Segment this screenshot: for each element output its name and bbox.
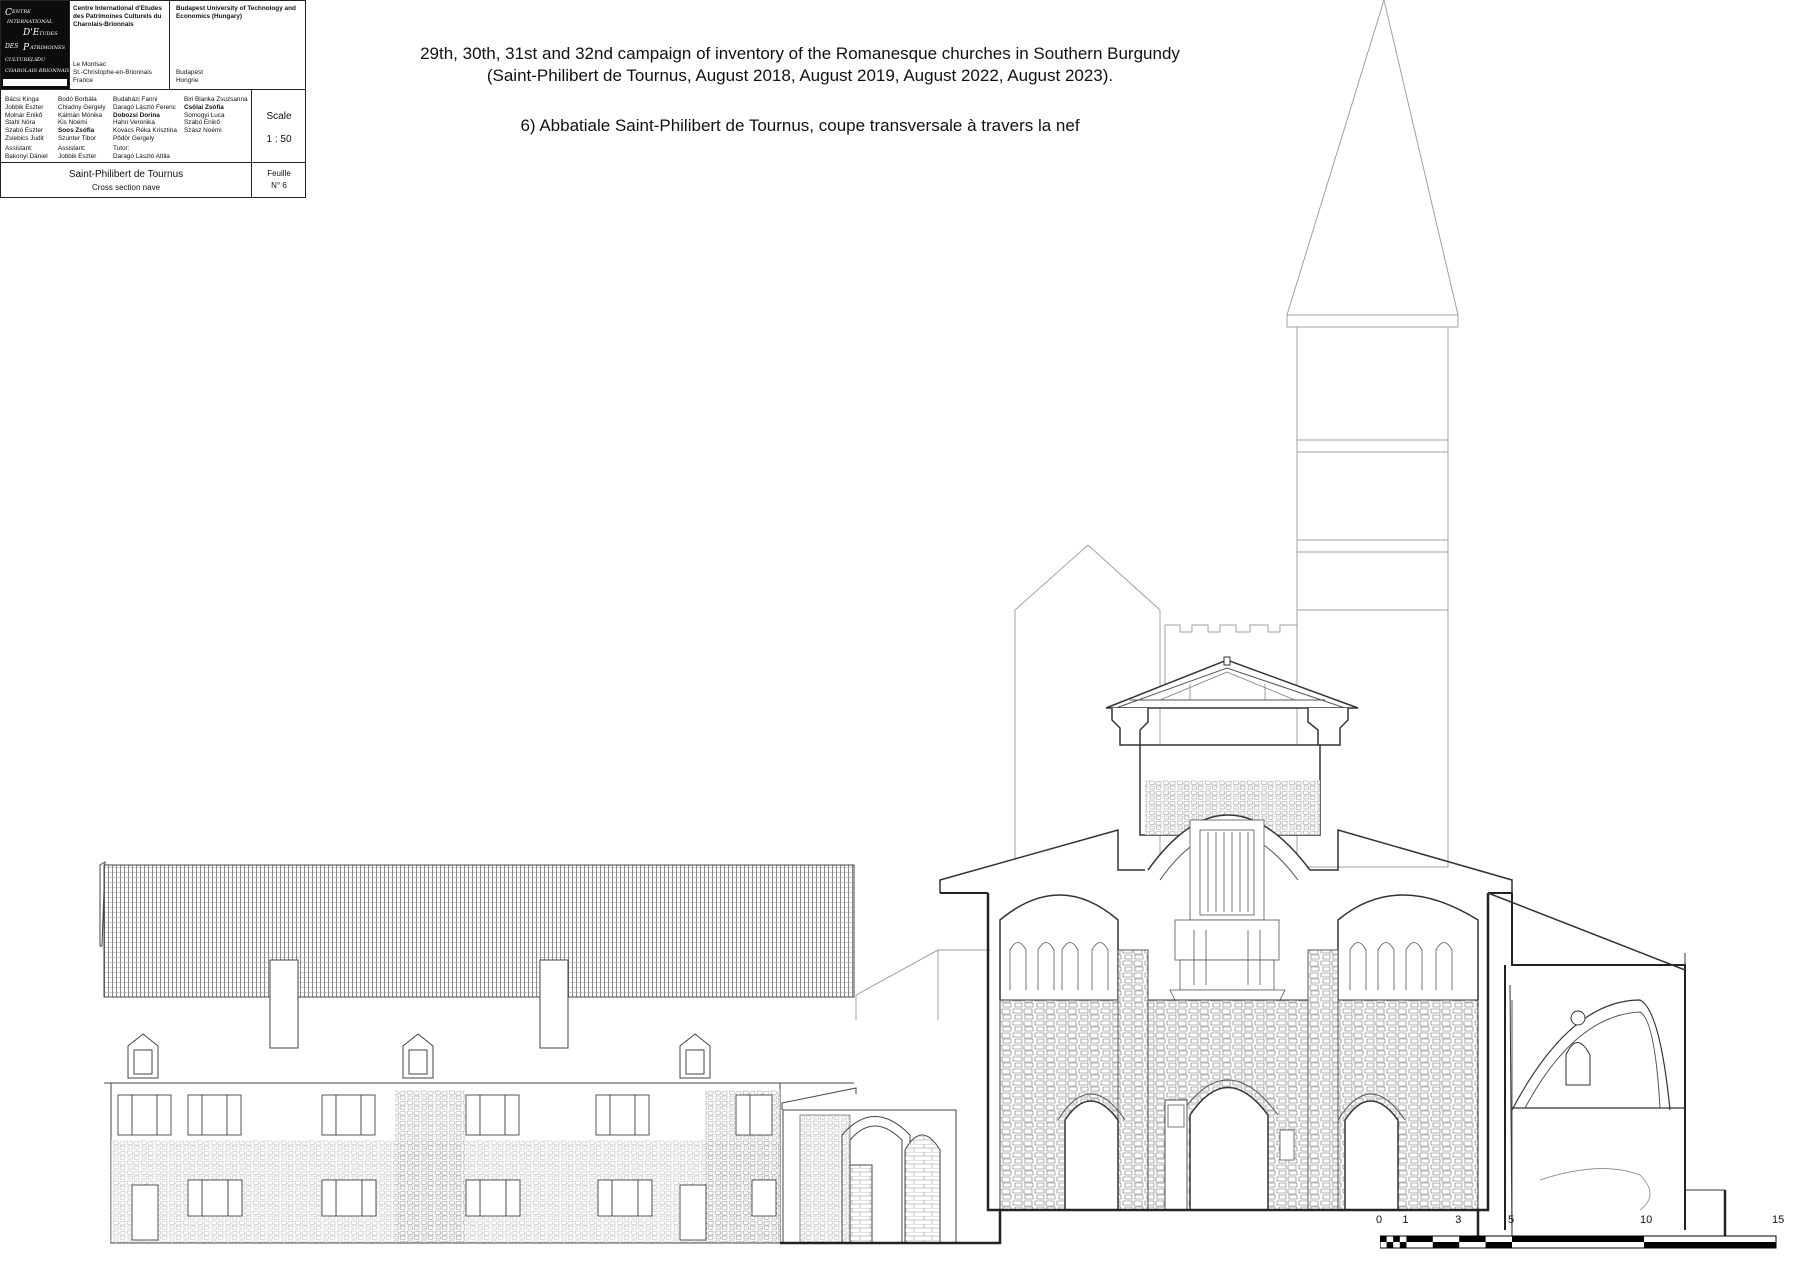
divider [169, 1, 170, 89]
svg-text:DU: DU [36, 57, 46, 63]
team-member: Chladny Gergely [58, 103, 106, 111]
org2-address-line: Budapest [176, 69, 204, 76]
scale-bar-segment [1512, 1236, 1644, 1242]
svg-text:TUDES: TUDES [39, 31, 58, 37]
cie-logo: C ENTRE INTERNATIONAL D'E TUDES DES P AT… [1, 1, 70, 89]
svg-text:D'E: D'E [22, 28, 40, 38]
assistant-1: Assistant: Bakonyi Dániel [5, 145, 48, 161]
svg-text:INTERNATIONAL: INTERNATIONAL [6, 19, 53, 25]
scale-label: Scale [266, 111, 292, 122]
team-column-4: Biri Blanka Zsuzsanna Csölai Zsófia Somo… [184, 96, 248, 135]
scale-bar-segment [1393, 1236, 1400, 1242]
org1-address-line: Le Montsac [73, 61, 107, 68]
assistant-label: Assistant: [58, 145, 86, 152]
svg-text:CULTURELS: CULTURELS [5, 57, 38, 63]
tutor-label: Tutor: [113, 145, 130, 152]
scale-bar-segment [1432, 1242, 1460, 1248]
svg-text:C: C [5, 8, 12, 18]
assistant-name: Bakonyi Dániel [5, 152, 48, 160]
team-member: Molnár Enikő [5, 111, 43, 119]
scale-bar-label: 5 [1508, 1214, 1515, 1226]
tutor: Tutor: Daragó László Attila [113, 145, 170, 161]
scale-bar-label: 0 [1376, 1214, 1383, 1226]
team-member: Kálmán Mónika [58, 111, 103, 119]
team-column-2: Bodó Borbála Chladny Gergely Kálmán Móni… [58, 96, 106, 143]
project-name: Saint-Philibert de Tournus [68, 169, 184, 180]
tutor-name: Daragó László Attila [113, 152, 170, 160]
side-chapel [781, 1087, 957, 1244]
team-member: Kovács Réka Krisztina [113, 127, 177, 135]
scale-bar-label: 15 [1772, 1214, 1785, 1226]
team-member: Kis Noémi [58, 119, 88, 127]
aisle-roof-left [855, 949, 990, 1020]
org1-address: Le Montsac St.-Christophe-en-Brionnais F… [73, 61, 169, 84]
scale-bar-segment [1459, 1236, 1486, 1242]
team-member: Stahl Nóra [5, 119, 36, 127]
svg-text:CHAROLAIS-BRIONNAIS: CHAROLAIS-BRIONNAIS [5, 68, 69, 74]
org1-address-line: France [73, 76, 93, 84]
scale-bar [1380, 1235, 1777, 1249]
org1-name: Centre International d'Etudes des Patrim… [73, 5, 162, 28]
org1-address-line: St.-Christophe-en-Brionnais [73, 68, 152, 76]
scale-bar-segment [1399, 1242, 1407, 1248]
team-member: Szunter Tibor [58, 135, 97, 143]
svg-text:DES: DES [4, 43, 18, 50]
team-member: Somogyi Luca [184, 111, 225, 119]
svg-text:ENTRE: ENTRE [11, 9, 31, 15]
team-member: Pődör Gergely [113, 135, 155, 143]
scale-bar-segment [1644, 1242, 1776, 1248]
scale-value: 1 : 50 [266, 134, 292, 145]
scale-bar-segment [1406, 1236, 1433, 1242]
assistant-2: Assistant: Jobbik Eszter [58, 145, 96, 161]
assistant-name: Jobbik Eszter [58, 152, 97, 160]
sheet-label: Feuille [267, 169, 291, 178]
team-member: Hahn Veronika [113, 119, 155, 127]
org2-address-line: Hongrie [176, 76, 199, 84]
team-column-3: Budaházi Fanni Daragó László Ferenc Dobo… [113, 96, 177, 143]
org2-name: Budapest University of Technology and Ec… [176, 5, 296, 20]
org2-address: Budapest Hongrie [176, 69, 302, 85]
team-member: Csölai Zsófia [184, 103, 224, 111]
divider [251, 162, 252, 198]
team-member: Zslebics Judit [5, 135, 44, 143]
title-block-team: Bácsi Kinga Jobbik Eszter Molnár Enikő S… [1, 89, 305, 163]
team-member: Soos Zsófia [58, 127, 95, 135]
scale-bar-segment [1386, 1242, 1394, 1248]
bell-tower [1286, 0, 1459, 868]
assistant-label: Assistant: [5, 145, 33, 152]
team-column-1: Bácsi Kinga Jobbik Eszter Molnár Enikő S… [5, 96, 44, 143]
drawing-subtitle: Cross section nave [91, 183, 161, 192]
team-member: Biri Blanka Zsuzsanna [184, 96, 248, 103]
scale-bar-label: 10 [1640, 1214, 1653, 1226]
title-block-header: C ENTRE INTERNATIONAL D'E TUDES DES P AT… [1, 1, 305, 90]
team-member: Bácsi Kinga [5, 96, 39, 103]
team-member: Jobbik Eszter [5, 103, 44, 111]
team-member: Daragó László Ferenc [113, 103, 176, 111]
team-member: Dobozsi Dorina [113, 111, 160, 119]
scale-bar-label: 3 [1455, 1214, 1462, 1226]
divider [251, 89, 252, 162]
team-member: Szabó Eszter [5, 127, 44, 135]
scale-bar-segment [1485, 1242, 1512, 1248]
scale-bar-segment [1380, 1236, 1387, 1242]
monastic-building [99, 861, 855, 1244]
title-block: C ENTRE INTERNATIONAL D'E TUDES DES P AT… [0, 0, 306, 198]
svg-text:P: P [22, 43, 30, 53]
scale-bar-label: 1 [1402, 1214, 1409, 1226]
team-member: Szabó Enikő [184, 119, 220, 127]
sheet-number: N° 6 [271, 181, 287, 190]
team-member: Budaházi Fanni [113, 96, 158, 103]
team-member: Bodó Borbála [58, 96, 97, 103]
heading-line-1: 29th, 30th, 31st and 32nd campaign of in… [420, 44, 1180, 63]
heading-line-2: (Saint-Philibert de Tournus, August 2018… [486, 66, 1114, 85]
heading-line-3: 6) Abbatiale Saint-Philibert de Tournus,… [520, 116, 1080, 135]
right-chapel [1487, 892, 1725, 1240]
title-block-footer: Saint-Philibert de Tournus Cross section… [1, 162, 305, 198]
svg-text:ATRIMOINES: ATRIMOINES [29, 45, 66, 51]
team-member: Szász Noémi [184, 127, 222, 135]
